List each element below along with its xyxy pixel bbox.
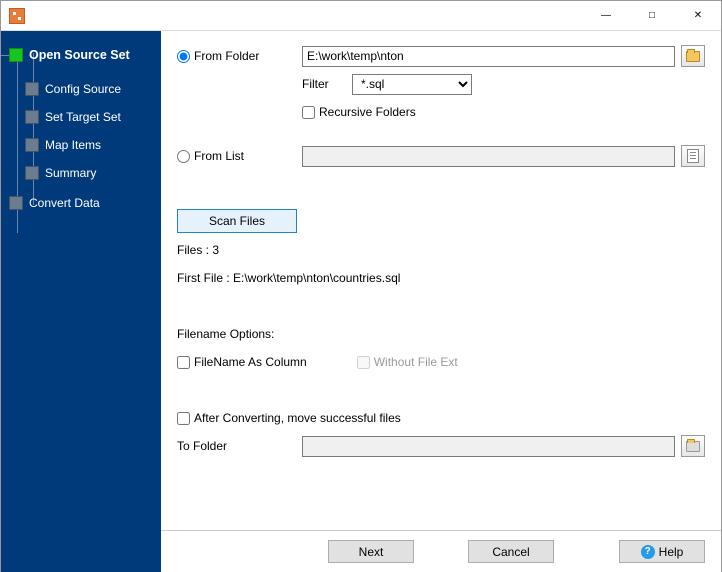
sidebar-item-config-source[interactable]: Config Source bbox=[1, 75, 161, 103]
sidebar: Open Source Set Config Source Set Target… bbox=[1, 31, 161, 572]
filename-as-column-checkbox[interactable] bbox=[177, 356, 190, 369]
filename-as-column-text: FileName As Column bbox=[194, 355, 307, 369]
browse-folder-button[interactable] bbox=[681, 45, 705, 67]
folder-icon bbox=[686, 441, 700, 452]
folder-path-input[interactable] bbox=[302, 46, 675, 67]
filename-as-column-label[interactable]: FileName As Column bbox=[177, 355, 307, 369]
recursive-checkbox[interactable] bbox=[302, 106, 315, 119]
help-button[interactable]: ? Help bbox=[619, 540, 705, 563]
from-folder-label-text: From Folder bbox=[194, 49, 259, 63]
step-marker-icon bbox=[25, 110, 39, 124]
app-icon bbox=[9, 8, 25, 24]
from-list-label-text: From List bbox=[194, 149, 244, 163]
maximize-button[interactable]: □ bbox=[629, 1, 675, 31]
scan-files-button[interactable]: Scan Files bbox=[177, 209, 297, 233]
sidebar-item-set-target-set[interactable]: Set Target Set bbox=[1, 103, 161, 131]
sidebar-item-label: Set Target Set bbox=[45, 110, 121, 124]
sidebar-item-map-items[interactable]: Map Items bbox=[1, 131, 161, 159]
help-icon: ? bbox=[641, 545, 655, 559]
without-file-ext-text: Without File Ext bbox=[374, 355, 458, 369]
sidebar-item-summary[interactable]: Summary bbox=[1, 159, 161, 187]
browse-list-button[interactable] bbox=[681, 145, 705, 167]
sidebar-item-label: Convert Data bbox=[29, 196, 100, 210]
from-list-radio-label[interactable]: From List bbox=[177, 149, 244, 163]
sidebar-item-open-source-set[interactable]: Open Source Set bbox=[1, 41, 161, 69]
filter-select[interactable]: *.sql bbox=[352, 74, 472, 95]
step-marker-icon bbox=[25, 166, 39, 180]
cancel-button[interactable]: Cancel bbox=[468, 540, 554, 563]
step-marker-icon bbox=[9, 196, 23, 210]
to-folder-label: To Folder bbox=[177, 439, 227, 453]
from-list-radio[interactable] bbox=[177, 150, 190, 163]
step-marker-icon bbox=[25, 138, 39, 152]
folder-icon bbox=[686, 51, 700, 62]
after-converting-text: After Converting, move successful files bbox=[194, 411, 401, 425]
filter-label: Filter bbox=[302, 77, 352, 91]
sidebar-item-label: Summary bbox=[45, 166, 96, 180]
recursive-checkbox-label[interactable]: Recursive Folders bbox=[302, 105, 416, 119]
after-converting-checkbox[interactable] bbox=[177, 412, 190, 425]
list-file-icon bbox=[687, 149, 699, 163]
close-button[interactable]: ✕ bbox=[675, 1, 721, 31]
sidebar-item-label: Map Items bbox=[45, 138, 101, 152]
to-folder-input bbox=[302, 436, 675, 457]
sidebar-item-label: Config Source bbox=[45, 82, 121, 96]
minimize-button[interactable]: — bbox=[583, 1, 629, 31]
next-button[interactable]: Next bbox=[328, 540, 414, 563]
help-button-label: Help bbox=[659, 545, 684, 559]
from-list-input bbox=[302, 146, 675, 167]
from-folder-radio-label[interactable]: From Folder bbox=[177, 49, 259, 63]
step-marker-icon bbox=[25, 82, 39, 96]
without-file-ext-checkbox bbox=[357, 356, 370, 369]
files-count-label: Files : 3 bbox=[177, 243, 219, 257]
step-marker-icon bbox=[9, 48, 23, 62]
main-panel: From Folder Filter *.sql bbox=[161, 31, 721, 572]
sidebar-item-convert-data[interactable]: Convert Data bbox=[1, 189, 161, 217]
filename-options-heading: Filename Options: bbox=[177, 327, 274, 341]
from-folder-radio[interactable] bbox=[177, 50, 190, 63]
sidebar-item-label: Open Source Set bbox=[29, 48, 130, 62]
recursive-label-text: Recursive Folders bbox=[319, 105, 416, 119]
titlebar: — □ ✕ bbox=[1, 1, 721, 31]
footer: Next Cancel ? Help bbox=[161, 530, 721, 572]
after-converting-label[interactable]: After Converting, move successful files bbox=[177, 411, 401, 425]
without-file-ext-label: Without File Ext bbox=[357, 355, 458, 369]
browse-to-folder-button[interactable] bbox=[681, 435, 705, 457]
first-file-label: First File : E:\work\temp\nton\countries… bbox=[177, 271, 400, 285]
